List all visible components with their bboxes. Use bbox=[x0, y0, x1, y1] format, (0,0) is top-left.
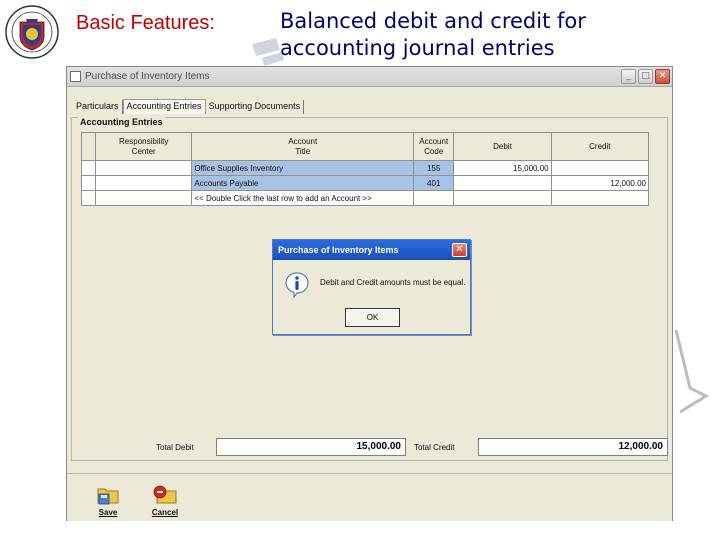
minimize-button[interactable]: _ bbox=[621, 69, 636, 84]
cancel-label: Cancel bbox=[151, 508, 179, 517]
entries-grid: Responsibility Center Account Title Accoun… bbox=[80, 132, 650, 206]
dialog-close-button[interactable]: ✕ bbox=[452, 243, 467, 257]
slide-title-line-2: accounting journal entries bbox=[280, 36, 555, 60]
total-debit-field[interactable]: 15,000.00 bbox=[216, 438, 406, 456]
validation-dialog: Purchase of Inventory Items ✕ Debit and … bbox=[272, 239, 471, 335]
window-system-icon[interactable] bbox=[70, 71, 81, 82]
window-close-button[interactable]: ✕ bbox=[655, 69, 670, 84]
col-credit[interactable]: Credit bbox=[550, 132, 650, 161]
row-selector[interactable] bbox=[80, 190, 97, 206]
row-selector-header bbox=[80, 132, 97, 161]
col-debit[interactable]: Debit bbox=[453, 132, 552, 161]
cell-account-title[interactable]: Office Supplies Inventory bbox=[191, 160, 415, 176]
cell-add-account-hint[interactable]: << Double Click the last row to add an A… bbox=[191, 190, 415, 206]
total-credit-label: Total Credit bbox=[414, 443, 455, 452]
grid-header-row: Responsibility Center Account Title Accoun… bbox=[80, 132, 650, 161]
info-icon bbox=[285, 272, 309, 298]
row-selector[interactable] bbox=[80, 160, 97, 176]
tab-supporting-documents[interactable]: Supporting Documents bbox=[206, 100, 305, 114]
window-titlebar[interactable]: Purchase of Inventory Items _ □ ✕ bbox=[67, 67, 672, 87]
add-account-row[interactable]: << Double Click the last row to add an A… bbox=[80, 190, 650, 206]
cell-credit[interactable] bbox=[550, 190, 650, 206]
cell-debit[interactable]: 15,000.00 bbox=[453, 160, 552, 176]
cell-responsibility-center[interactable] bbox=[95, 160, 193, 176]
cell-responsibility-center[interactable] bbox=[95, 190, 193, 206]
cell-account-code[interactable]: 155 bbox=[413, 160, 455, 176]
table-row[interactable]: Accounts Payable 401 12,000.00 bbox=[80, 175, 650, 191]
cell-account-code[interactable] bbox=[413, 190, 455, 206]
col-responsibility-center[interactable]: Responsibility Center bbox=[95, 132, 193, 161]
tab-strip: Particulars Accounting Entries Supportin… bbox=[73, 99, 305, 114]
group-label: Accounting Entries bbox=[78, 117, 165, 127]
cell-credit[interactable]: 12,000.00 bbox=[550, 175, 650, 191]
save-label: Save bbox=[98, 508, 118, 517]
bottom-toolbar: Save Cancel bbox=[67, 473, 672, 521]
cancel-button[interactable]: Cancel bbox=[146, 482, 184, 517]
tab-accounting-entries[interactable]: Accounting Entries bbox=[122, 99, 206, 114]
total-credit-field[interactable]: 12,000.00 bbox=[478, 438, 668, 456]
cell-credit[interactable] bbox=[550, 160, 650, 176]
cell-account-title[interactable]: Accounts Payable bbox=[191, 175, 415, 191]
dialog-title: Purchase of Inventory Items bbox=[278, 245, 399, 255]
tab-particulars[interactable]: Particulars bbox=[73, 100, 123, 114]
row-selector[interactable] bbox=[80, 175, 97, 191]
cell-account-code[interactable]: 401 bbox=[413, 175, 455, 191]
window-title: Purchase of Inventory Items bbox=[85, 71, 210, 82]
total-debit-label: Total Debit bbox=[156, 443, 194, 452]
slide-title-line-1: Balanced debit and credit for bbox=[280, 9, 586, 33]
cell-responsibility-center[interactable] bbox=[95, 175, 193, 191]
ok-button[interactable]: OK bbox=[345, 308, 400, 327]
dialog-message: Debit and Credit amounts must be equal. bbox=[320, 278, 466, 287]
save-icon bbox=[97, 488, 119, 505]
cell-debit[interactable] bbox=[453, 175, 552, 191]
cell-debit[interactable] bbox=[453, 190, 552, 206]
maximize-button[interactable]: □ bbox=[638, 69, 653, 84]
cancel-icon bbox=[153, 485, 177, 504]
slide-title: Balanced debit and credit for accounting… bbox=[280, 8, 710, 62]
col-account-code[interactable]: Account Code bbox=[413, 132, 455, 161]
slide-section-label: Basic Features: bbox=[76, 12, 215, 34]
save-button[interactable]: Save bbox=[89, 482, 127, 517]
dialog-titlebar[interactable]: Purchase of Inventory Items ✕ bbox=[273, 240, 470, 260]
table-row[interactable]: Office Supplies Inventory 155 15,000.00 bbox=[80, 160, 650, 176]
col-account-title[interactable]: Account Title bbox=[191, 132, 415, 161]
university-seal-logo bbox=[5, 5, 59, 59]
